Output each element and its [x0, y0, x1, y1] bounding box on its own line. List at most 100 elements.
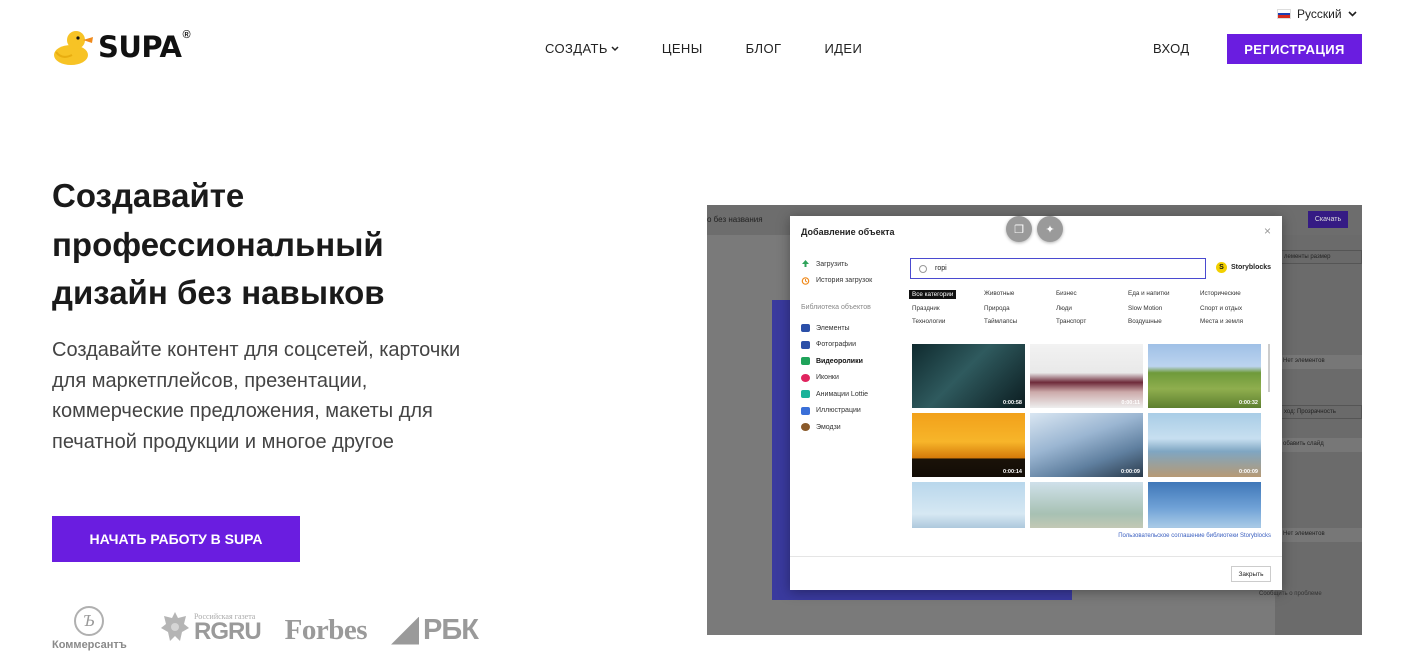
category-filter[interactable]: Бизнес [1056, 290, 1128, 299]
chevron-down-icon [611, 45, 619, 51]
hero-title: Создавайте профессиональный дизайн без н… [52, 177, 385, 311]
registered-mark: ® [182, 29, 191, 41]
video-grid: 0:00:58 0:00:11 0:00:32 0:00:14 0:00:09 0:00:… [912, 344, 1261, 528]
panel-row: Нет элементов [1279, 528, 1362, 542]
upload-item[interactable]: Загрузить [801, 256, 901, 273]
upload-icon [802, 260, 809, 268]
video-thumbnail[interactable]: 0:00:09 [1030, 413, 1143, 477]
storyblocks-badge: S Storyblocks [1216, 262, 1271, 273]
library-item[interactable]: Эмодзи [801, 419, 901, 436]
modal-sidebar: Загрузить История загрузок Библиотека об… [801, 256, 901, 436]
category-filter[interactable]: Slow Motion [1128, 305, 1200, 312]
library-item[interactable]: Анимации Lottie [801, 386, 901, 403]
category-filter[interactable]: Технологии [912, 318, 984, 325]
category-filter[interactable]: Исторические [1200, 290, 1270, 299]
rbk-text: РБК [423, 614, 479, 646]
language-label: Русский [1297, 7, 1342, 21]
duplicate-icon[interactable]: ❐ [1006, 216, 1032, 242]
library-item-label: Эмодзи [816, 423, 841, 431]
eagle-emblem-icon [161, 612, 189, 641]
start-button[interactable]: НАЧАТЬ РАБОТУ В SUPA [52, 516, 300, 562]
video-thumbnail[interactable] [1030, 482, 1143, 528]
video-thumbnail[interactable]: 0:00:14 [912, 413, 1025, 477]
nav-ideas[interactable]: ИДЕИ [824, 41, 862, 56]
library-item-label: Видеоролики [816, 357, 863, 365]
logo-text: SUPA [98, 30, 182, 64]
rg-big-text: RGRU [194, 617, 262, 645]
library-item[interactable]: Видеоролики [801, 353, 901, 370]
heart-icon [801, 373, 810, 382]
library-label: Библиотека объектов [801, 304, 871, 311]
library-item[interactable]: Фотографии [801, 337, 901, 354]
brush-icon [801, 406, 810, 415]
supa-logo[interactable]: SUPA ® [52, 28, 191, 66]
library-item[interactable]: Иконки [801, 370, 901, 387]
kommersant-text: Коммерсантъ [52, 639, 127, 651]
video-icon [801, 357, 810, 366]
video-duration: 0:00:58 [1003, 400, 1022, 406]
video-thumbnail[interactable] [1148, 482, 1261, 528]
category-filter[interactable]: Праздник [912, 305, 984, 312]
grid-scrollbar[interactable] [1268, 344, 1270, 392]
magic-icon[interactable]: ✦ [1037, 216, 1063, 242]
category-filter[interactable]: Воздушные [1128, 318, 1200, 325]
video-duration: 0:00:11 [1121, 400, 1140, 406]
video-thumbnail[interactable] [912, 482, 1025, 528]
video-duration: 0:00:14 [1003, 469, 1022, 475]
category-filter[interactable]: Люди [1056, 305, 1128, 312]
main-nav: СОЗДАТЬ ЦЕНЫ БЛОГ ИДЕИ [545, 41, 862, 56]
storyblocks-label: Storyblocks [1231, 264, 1272, 271]
modal-title: Добавление объекта [801, 227, 895, 237]
license-link[interactable]: Пользовательское соглашение библиотеки S… [1118, 533, 1271, 539]
download-button: Скачать [1308, 211, 1348, 228]
search-icon [919, 264, 927, 273]
video-thumbnail[interactable]: 0:00:58 [912, 344, 1025, 408]
search-value: горі [935, 265, 947, 272]
search-input[interactable]: горі [910, 258, 1206, 279]
category-filter[interactable]: Спорт и отдых [1200, 305, 1270, 312]
category-filter[interactable]: Природа [984, 305, 1056, 312]
video-duration: 0:00:32 [1239, 400, 1258, 406]
library-item-label: Анимации Lottie [816, 390, 869, 398]
rg-logo: Российская газета RGRU [160, 610, 262, 645]
forbes-logo: Forbes [284, 614, 368, 646]
nav-create[interactable]: СОЗДАТЬ [545, 41, 619, 56]
modal-close-button[interactable]: Закрыть [1231, 566, 1271, 582]
register-button[interactable]: РЕГИСТРАЦИЯ [1227, 34, 1362, 64]
history-item[interactable]: История загрузок [801, 273, 901, 290]
press-logos: Ъ Коммерсантъ Российская газета RGRU For… [52, 604, 479, 654]
upload-label: Загрузить [816, 260, 848, 268]
close-icon[interactable]: × [1264, 224, 1271, 238]
panel-row: ход: Прозрачность [1279, 405, 1362, 419]
nav-blog[interactable]: БЛОГ [746, 41, 782, 56]
video-thumbnail[interactable]: 0:00:09 [1148, 413, 1261, 477]
category-filter[interactable]: Транспорт [1056, 318, 1128, 325]
category-filter[interactable]: Все категории [909, 290, 957, 299]
duck-logo-icon [54, 31, 93, 65]
library-item[interactable]: Иллюстрации [801, 403, 901, 420]
language-selector[interactable]: Русский [1277, 7, 1357, 21]
rbk-mark-icon [391, 616, 420, 645]
lottie-icon [801, 390, 810, 399]
library-item-label: Иллюстрации [816, 407, 861, 415]
panel-row: Нет элементов [1279, 355, 1362, 369]
chevron-down-icon [1347, 11, 1357, 17]
nav-create-label: СОЗДАТЬ [545, 41, 608, 56]
category-filter[interactable]: Места и земля [1200, 318, 1270, 325]
russian-flag-icon [1277, 9, 1291, 19]
library-item[interactable]: Элементы [801, 320, 901, 337]
kommersant-mark: Ъ [74, 606, 104, 636]
login-link[interactable]: ВХОД [1153, 41, 1190, 56]
category-filter[interactable]: Еда и напитки [1128, 290, 1200, 299]
add-object-modal: Добавление объекта × Загрузить История з… [790, 216, 1282, 590]
nav-prices[interactable]: ЦЕНЫ [662, 41, 703, 56]
hero-subtitle: Создавайте контент для соцсетей, карточк… [52, 339, 461, 453]
history-icon [801, 276, 810, 285]
doc-title: о без названия [707, 215, 763, 224]
video-thumbnail[interactable]: 0:00:32 [1148, 344, 1261, 408]
category-filter[interactable]: Животные [984, 290, 1056, 299]
library-item-label: Иконки [816, 374, 839, 382]
category-filter[interactable]: Таймлапсы [984, 318, 1056, 325]
library-item-label: Фотографии [816, 341, 857, 349]
video-thumbnail[interactable]: 0:00:11 [1030, 344, 1143, 408]
